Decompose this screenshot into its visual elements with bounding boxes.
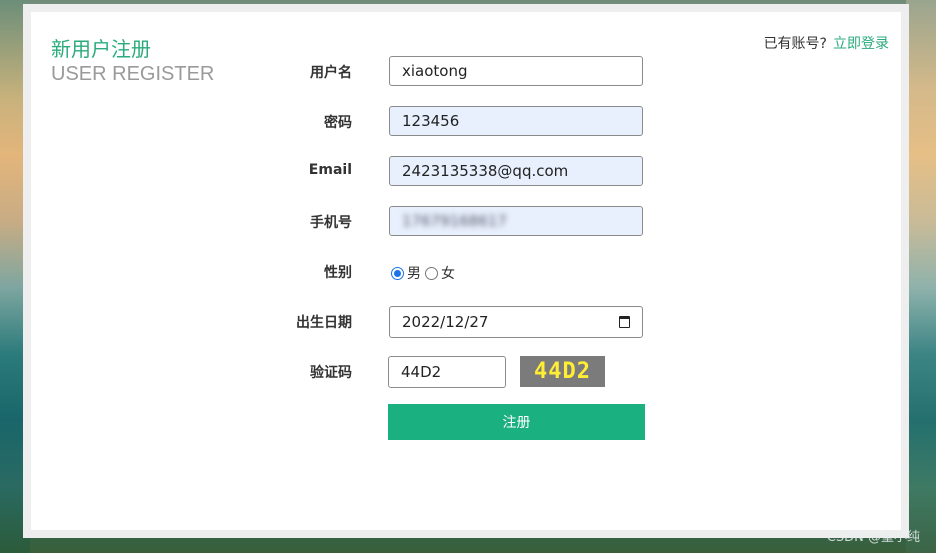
password-label: 密码	[324, 115, 352, 131]
register-panel	[31, 12, 901, 530]
captcha-input[interactable]: 44D2	[388, 356, 506, 388]
watermark: CSDN @童小纯	[826, 530, 920, 545]
username-value: xiaotong	[402, 62, 468, 80]
captcha-image-text: 44D2	[534, 359, 591, 384]
email-input[interactable]: 2423135338@qq.com	[389, 156, 643, 186]
login-link[interactable]: 立即登录	[833, 36, 889, 52]
email-value: 2423135338@qq.com	[402, 162, 569, 180]
phone-value: 17679168617	[402, 212, 507, 230]
gender-label: 性别	[324, 265, 352, 281]
password-input[interactable]: 123456	[389, 106, 643, 136]
captcha-value: 44D2	[401, 363, 442, 381]
page-title: 新用户注册	[51, 37, 151, 61]
gender-group: 男 女	[391, 263, 455, 283]
register-button-label: 注册	[502, 415, 531, 431]
birthday-value: 2022/12/27	[402, 313, 489, 331]
gender-male-label: 男	[407, 266, 421, 282]
birthday-input[interactable]: 2022/12/27	[389, 306, 643, 338]
phone-input[interactable]: 17679168617	[389, 206, 643, 236]
background-right	[906, 0, 936, 553]
username-label: 用户名	[310, 65, 352, 81]
gender-female-label: 女	[441, 266, 455, 282]
username-input[interactable]: xiaotong	[389, 56, 643, 86]
captcha-label: 验证码	[310, 365, 352, 381]
phone-label: 手机号	[310, 215, 352, 231]
calendar-icon[interactable]	[619, 316, 630, 328]
register-button[interactable]: 注册	[388, 404, 645, 440]
birthday-label: 出生日期	[296, 315, 352, 331]
login-hint: 已有账号? 立即登录	[764, 33, 889, 53]
email-label: Email	[308, 162, 352, 178]
password-value: 123456	[402, 112, 460, 130]
page-subtitle: USER REGISTER	[51, 63, 215, 85]
login-prompt: 已有账号?	[763, 36, 827, 52]
gender-female-radio[interactable]	[425, 266, 438, 280]
captcha-image[interactable]: 44D2	[520, 356, 605, 387]
gender-male-radio[interactable]	[391, 266, 404, 280]
